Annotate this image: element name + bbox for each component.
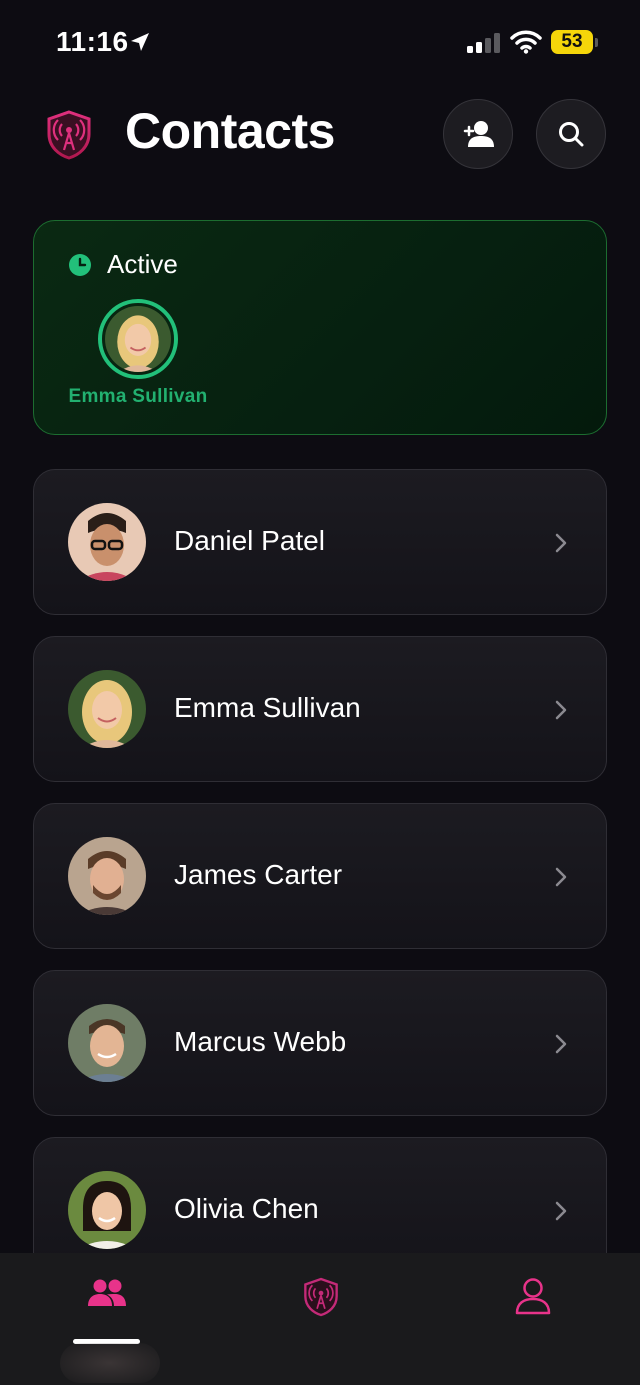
search-button[interactable]: [536, 99, 606, 169]
tab-contacts[interactable]: [77, 1277, 137, 1327]
avatar: [68, 1004, 146, 1082]
chevron-right-icon: [555, 1201, 567, 1221]
add-person-icon: [463, 121, 494, 147]
cellular-signal-icon: [467, 33, 500, 53]
tab-bar: [0, 1253, 640, 1385]
location-arrow-icon: [131, 33, 149, 51]
contact-row[interactable]: Daniel Patel: [33, 469, 607, 615]
active-contacts-panel: Active Emma Sullivan: [33, 220, 607, 435]
tab-profile[interactable]: [503, 1277, 563, 1327]
page-title: Contacts: [125, 103, 335, 159]
active-contact-avatar[interactable]: [98, 299, 178, 379]
status-time: 11:16: [56, 26, 129, 57]
avatar: [68, 670, 146, 748]
avatar: [68, 837, 146, 915]
battery-tip: [595, 38, 598, 47]
contact-name: Daniel Patel: [174, 525, 325, 556]
active-contact-name[interactable]: Emma Sullivan: [48, 386, 228, 408]
person-icon: [515, 1278, 551, 1315]
contact-name: Olivia Chen: [174, 1193, 319, 1224]
wifi-icon: [510, 30, 542, 54]
contact-row[interactable]: Emma Sullivan: [33, 636, 607, 782]
header: Contacts: [0, 90, 640, 180]
chevron-right-icon: [555, 533, 567, 553]
tab-shield[interactable]: [291, 1277, 351, 1327]
search-icon: [559, 122, 584, 147]
people-icon: [88, 1279, 126, 1306]
shield-signal-icon: [304, 1277, 338, 1317]
chevron-right-icon: [555, 867, 567, 887]
battery-indicator: 53: [551, 30, 593, 54]
active-label: Active: [107, 249, 178, 279]
avatar: [68, 1171, 146, 1249]
avatar: [105, 306, 171, 372]
contact-name: Emma Sullivan: [174, 692, 361, 723]
add-contact-button[interactable]: [443, 99, 513, 169]
shield-signal-icon: [47, 110, 91, 160]
chevron-right-icon: [555, 1034, 567, 1054]
contact-row[interactable]: Marcus Webb: [33, 970, 607, 1116]
clock-icon: [69, 254, 91, 276]
status-bar: 11:16 53: [0, 0, 640, 84]
contact-name: Marcus Webb: [174, 1026, 347, 1057]
tab-glow: [60, 1343, 160, 1383]
contact-row[interactable]: James Carter: [33, 803, 607, 949]
contact-name: James Carter: [174, 859, 343, 890]
avatar: [68, 503, 146, 581]
chevron-right-icon: [555, 700, 567, 720]
